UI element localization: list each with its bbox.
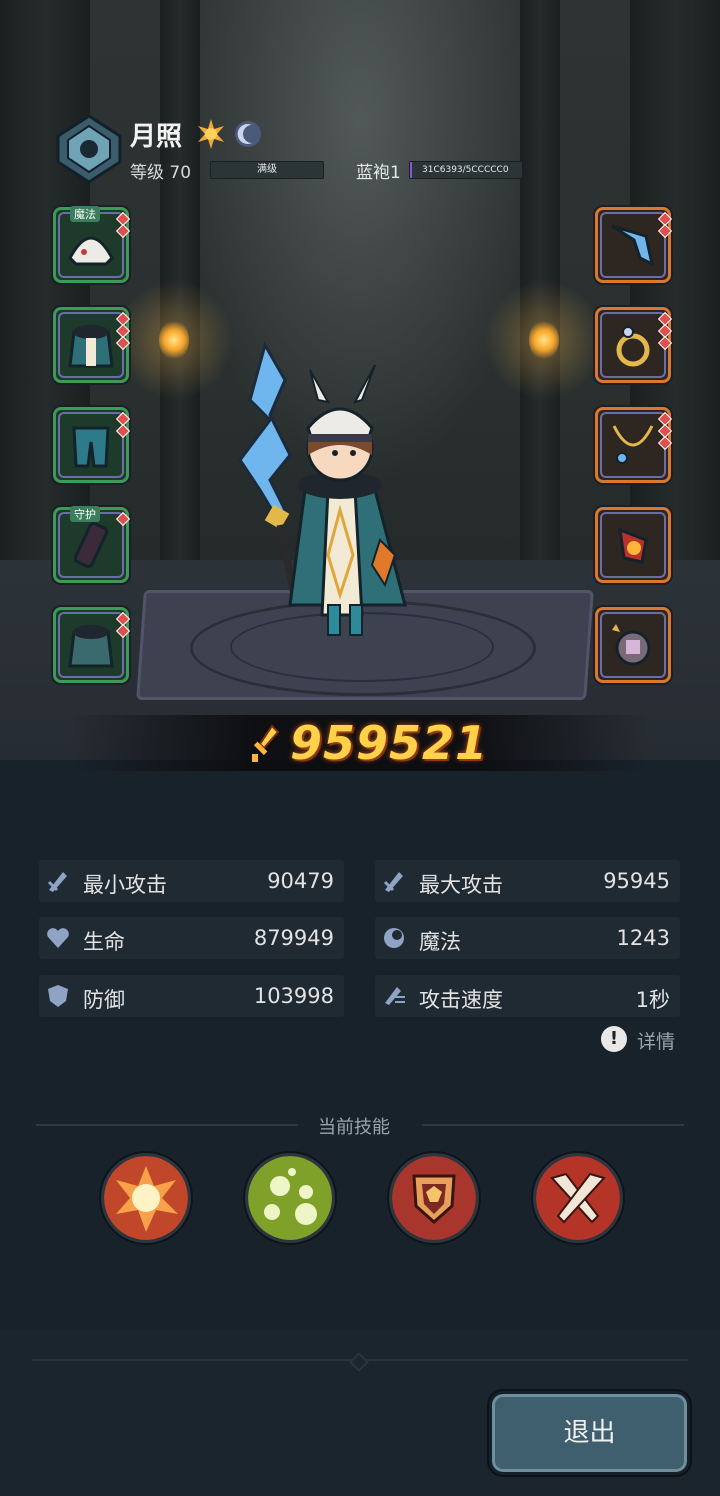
pants-icon: [72, 426, 110, 468]
speed-icon: [385, 987, 405, 1005]
stat-attack-speed: 攻击速度 1秒: [375, 975, 680, 1017]
stat-value: 1243: [616, 926, 670, 950]
level-label: 等级 70: [130, 163, 192, 183]
heart-icon: [47, 928, 69, 948]
stat-value: 95945: [603, 869, 670, 893]
stat-label: 防御: [83, 988, 125, 1012]
cross-blades-skill-icon[interactable]: [533, 1153, 623, 1243]
stat-value: 103998: [253, 984, 334, 1008]
equip-slot-armor[interactable]: [53, 307, 131, 383]
relic-icon: [612, 624, 651, 666]
slot-tag-guard: 守护: [70, 506, 100, 522]
equip-slot-relic[interactable]: [595, 607, 671, 683]
stat-label: 生命: [83, 930, 125, 954]
class-emblem-icon[interactable]: [54, 114, 124, 184]
helmet-icon: [68, 236, 114, 266]
sword-icon: [47, 872, 67, 892]
equip-slot-gloves[interactable]: 守护: [53, 506, 131, 583]
power-sword-icon: [252, 724, 280, 762]
stat-label: 魔法: [419, 930, 461, 954]
shield-icon: [48, 985, 68, 1007]
stat-min-attack: 最小攻击 90479: [39, 860, 344, 902]
stat-value: 1秒: [635, 988, 670, 1012]
skills-divider-left: [36, 1124, 298, 1126]
stat-max-attack: 最大攻击 95945: [375, 860, 680, 902]
stat-hp: 生命 879949: [39, 917, 344, 959]
equip-slot-cloak[interactable]: [53, 607, 131, 683]
combat-power-value: 959521: [290, 716, 489, 770]
equip-slot-weapon[interactable]: [595, 207, 673, 283]
explosion-skill-icon[interactable]: [101, 1153, 191, 1243]
hero-name: 月照: [130, 122, 183, 152]
gloves-icon: [73, 521, 109, 569]
stat-label: 最大攻击: [419, 873, 503, 897]
info-icon[interactable]: !: [601, 1026, 627, 1052]
sword-icon: [383, 872, 403, 892]
equip-slot-helmet[interactable]: 魔法: [53, 206, 131, 283]
cloak-icon: [68, 625, 114, 668]
equip-slot-ring[interactable]: [595, 307, 673, 383]
robe-rank-label: 蓝袍1: [356, 163, 401, 183]
slot-tag-magic: 魔法: [70, 206, 100, 222]
hero-character[interactable]: [210, 340, 440, 640]
ring-icon: [616, 326, 650, 367]
equip-slot-pants[interactable]: [53, 407, 131, 483]
stat-value: 90479: [267, 869, 334, 893]
skills-title: 当前技能: [318, 1117, 390, 1138]
robe-progress-bar: 31C6393/5CCCCC0: [409, 161, 523, 179]
guard-skill-icon[interactable]: [389, 1153, 479, 1243]
armor-icon: [68, 325, 114, 368]
stat-mana: 魔法 1243: [375, 917, 680, 959]
sun-element-icon: [198, 119, 224, 149]
left-torch-icon: [159, 320, 189, 360]
necklace-icon: [612, 425, 654, 464]
magic-icon: [384, 928, 404, 948]
stat-label: 攻击速度: [419, 988, 503, 1012]
stat-defense: 防御 103998: [39, 975, 344, 1017]
right-torch-icon: [529, 320, 559, 360]
sword-blade-icon: [611, 224, 655, 267]
robe-progress-text: 31C6393/5CCCCC0: [422, 165, 509, 175]
equip-slot-charm[interactable]: [595, 507, 671, 583]
poison-skill-icon[interactable]: [245, 1153, 335, 1243]
fire-charm-icon: [618, 527, 648, 564]
level-bar: 满级: [210, 161, 324, 179]
moon-element-icon: [235, 121, 261, 147]
skills-divider-right: [422, 1124, 684, 1126]
robe-progress-fill: [410, 162, 413, 178]
exit-button[interactable]: 退出: [489, 1391, 690, 1475]
stat-value: 879949: [253, 926, 334, 950]
character-scene: 月照 等级 70 满级 蓝袍1 31C6393/5CCCCC0 魔法 守护: [0, 0, 720, 760]
details-link[interactable]: 详情: [637, 1027, 675, 1054]
stat-label: 最小攻击: [83, 873, 167, 897]
equip-slot-necklace[interactable]: [595, 407, 673, 483]
